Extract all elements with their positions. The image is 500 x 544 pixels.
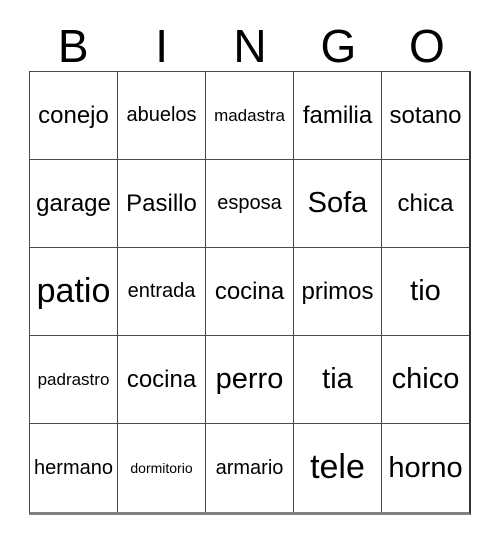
bingo-cell[interactable]: Pasillo	[118, 160, 206, 248]
bingo-cell[interactable]: horno	[382, 424, 469, 512]
bingo-cell[interactable]: chica	[382, 160, 469, 248]
bingo-row: hermano dormitorio armario tele horno	[30, 424, 469, 512]
bingo-cell[interactable]: esposa	[206, 160, 294, 248]
bingo-cell[interactable]: sotano	[382, 72, 469, 160]
bingo-card: B I N G O conejo abuelos madastra famili…	[0, 0, 500, 544]
bingo-cell[interactable]: entrada	[118, 248, 206, 336]
bingo-header: B I N G O	[29, 14, 471, 71]
bingo-cell[interactable]: cocina	[206, 248, 294, 336]
bingo-cell[interactable]: tia	[294, 336, 382, 424]
bingo-grid: conejo abuelos madastra familia sotano g…	[29, 71, 471, 515]
bingo-cell[interactable]: tele	[294, 424, 382, 512]
bingo-cell[interactable]: hermano	[30, 424, 118, 512]
bingo-cell[interactable]: dormitorio	[118, 424, 206, 512]
bingo-header-letter-n: N	[233, 20, 267, 72]
bingo-cell[interactable]: Sofa	[294, 160, 382, 248]
bingo-cell[interactable]: patio	[30, 248, 118, 336]
bingo-row: patio entrada cocina primos tio	[30, 248, 469, 336]
bingo-header-letter-g: G	[320, 20, 357, 72]
bingo-header-letter-b: B	[57, 20, 89, 72]
bingo-cell[interactable]: madastra	[206, 72, 294, 160]
bingo-header-letter-i: I	[155, 20, 168, 72]
bingo-row: padrastro cocina perro tia chico	[30, 336, 469, 424]
bingo-header-letter-o: O	[408, 20, 445, 72]
bingo-cell[interactable]: primos	[294, 248, 382, 336]
bingo-row: conejo abuelos madastra familia sotano	[30, 72, 469, 160]
bingo-cell[interactable]: garage	[30, 160, 118, 248]
bingo-row: garage Pasillo esposa Sofa chica	[30, 160, 469, 248]
bingo-cell[interactable]: cocina	[118, 336, 206, 424]
bingo-cell[interactable]: padrastro	[30, 336, 118, 424]
bingo-cell[interactable]: abuelos	[118, 72, 206, 160]
bingo-cell[interactable]: chico	[382, 336, 469, 424]
bingo-cell[interactable]: conejo	[30, 72, 118, 160]
bingo-cell[interactable]: familia	[294, 72, 382, 160]
bingo-cell[interactable]: armario	[206, 424, 294, 512]
bingo-cell[interactable]: perro	[206, 336, 294, 424]
bingo-cell[interactable]: tio	[382, 248, 469, 336]
